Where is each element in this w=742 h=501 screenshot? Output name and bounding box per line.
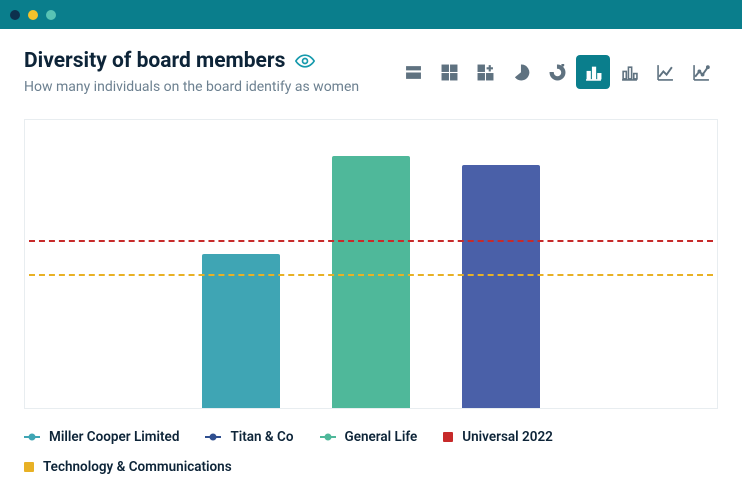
- traffic-close-icon[interactable]: [10, 10, 20, 20]
- view-donut-button[interactable]: [540, 55, 574, 89]
- legend-label: General Life: [345, 429, 418, 445]
- chart-bars: [29, 156, 713, 408]
- page-title: Diversity of board members: [24, 49, 359, 73]
- chart-reference-line: [29, 240, 713, 242]
- legend-item[interactable]: Universal 2022: [443, 429, 553, 445]
- legend-item[interactable]: Technology & Communications: [24, 459, 232, 475]
- grid-icon: [441, 64, 458, 81]
- chart-reference-line: [29, 274, 713, 276]
- eye-icon: [295, 51, 315, 71]
- legend-square-swatch-icon: [24, 462, 34, 472]
- legend-line-swatch-icon: [205, 433, 221, 441]
- bar-chart-alt-icon: [621, 64, 638, 81]
- view-grid-button[interactable]: [432, 55, 466, 89]
- pie-icon: [513, 64, 530, 81]
- chart-bar: [332, 156, 410, 408]
- legend-item[interactable]: General Life: [320, 429, 418, 445]
- donut-split-icon: [549, 64, 566, 81]
- bar-chart-icon: [585, 64, 602, 81]
- chart-legend: Miller Cooper Limited Titan & Co General L…: [24, 429, 718, 475]
- legend-item[interactable]: Miller Cooper Limited: [24, 429, 179, 445]
- view-bar-chart-button[interactable]: [576, 55, 610, 89]
- traffic-zoom-icon[interactable]: [46, 10, 56, 20]
- legend-label: Titan & Co: [230, 429, 293, 445]
- grid-add-icon: [477, 64, 494, 81]
- chart-area: [24, 119, 718, 409]
- view-grid-add-button[interactable]: [468, 55, 502, 89]
- chart-bar: [462, 165, 540, 408]
- legend-label: Technology & Communications: [43, 459, 232, 475]
- rows-icon: [405, 64, 422, 81]
- chart-bar: [202, 254, 280, 408]
- view-rows-button[interactable]: [396, 55, 430, 89]
- visibility-toggle[interactable]: [295, 51, 315, 71]
- line-chart-alt-icon: [693, 64, 710, 81]
- view-bar-chart-alt-button[interactable]: [612, 55, 646, 89]
- page-subtitle: How many individuals on the board identi…: [24, 79, 359, 95]
- page-title-text: Diversity of board members: [24, 49, 285, 73]
- legend-line-swatch-icon: [320, 433, 336, 441]
- view-line-chart-alt-button[interactable]: [684, 55, 718, 89]
- line-chart-icon: [657, 64, 674, 81]
- view-pie-button[interactable]: [504, 55, 538, 89]
- traffic-minimize-icon[interactable]: [28, 10, 38, 20]
- chart-plot: [29, 124, 713, 408]
- legend-line-swatch-icon: [24, 433, 40, 441]
- view-line-chart-button[interactable]: [648, 55, 682, 89]
- legend-item[interactable]: Titan & Co: [205, 429, 293, 445]
- chart-type-toolbar: [396, 55, 718, 89]
- legend-label: Universal 2022: [462, 429, 553, 445]
- legend-square-swatch-icon: [443, 432, 453, 442]
- window-title-bar: [0, 0, 742, 29]
- legend-label: Miller Cooper Limited: [49, 429, 179, 445]
